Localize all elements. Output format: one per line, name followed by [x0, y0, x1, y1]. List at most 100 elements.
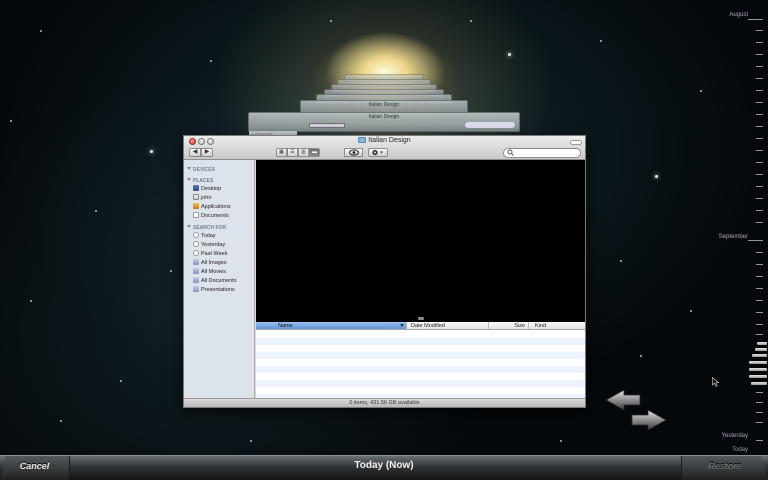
timeline-tick[interactable]	[756, 186, 763, 187]
timeline-snapshot[interactable]	[749, 375, 767, 378]
empty-rows	[256, 331, 585, 398]
sidebar-item-all-movies[interactable]: All Movies	[184, 268, 254, 277]
timeline-tick[interactable]	[756, 138, 763, 139]
timeline-tick[interactable]	[756, 78, 763, 79]
timeline-tick[interactable]	[756, 174, 763, 175]
sidebar-header-devices[interactable]: DEVICES	[184, 166, 254, 174]
history-window-toolbar	[309, 123, 345, 128]
sidebar-item-all-documents[interactable]: All Documents	[184, 277, 254, 286]
timeline-tick[interactable]	[756, 276, 763, 277]
sidebar-header-search-for[interactable]: SEARCH FOR	[184, 224, 254, 232]
sidebar-item-desktop[interactable]: Desktop	[184, 185, 254, 194]
timeline-tick[interactable]	[756, 402, 763, 403]
sidebar: DEVICES PLACES Desktop john Applications…	[184, 160, 255, 398]
column-header-date-modified[interactable]: Date Modified	[407, 322, 489, 329]
splitter-handle[interactable]	[418, 317, 424, 320]
sidebar-item-home[interactable]: john	[184, 194, 254, 203]
timeline-tick[interactable]	[756, 300, 763, 301]
forward-button[interactable]: ▶	[201, 148, 213, 157]
history-window-1[interactable]: Italian Design ▸ DEVICES	[248, 112, 520, 139]
timeline-snapshot[interactable]	[755, 348, 767, 351]
column-header-name[interactable]: Name	[256, 322, 407, 329]
quicklook-button[interactable]	[344, 148, 363, 157]
title-bar[interactable]: Italian Design ◀ ▶ ▦ ☰ ▥ ▬	[184, 136, 585, 160]
timeline-tick[interactable]	[756, 30, 763, 31]
search-icon	[507, 149, 514, 156]
column-header-kind[interactable]: Kind	[529, 322, 585, 329]
timeline-tick[interactable]	[756, 334, 763, 335]
sidebar-item-applications[interactable]: Applications	[184, 203, 254, 212]
desktop-icon	[193, 185, 199, 191]
timeline-tick[interactable]	[756, 162, 763, 163]
timeline-tick[interactable]	[756, 324, 763, 325]
timeline-snapshot[interactable]	[757, 342, 767, 345]
back-button[interactable]: ◀	[189, 148, 201, 157]
sidebar-item-past-week[interactable]: Past Week	[184, 250, 254, 259]
search-field[interactable]	[503, 148, 581, 158]
home-icon	[193, 194, 199, 200]
timeline-tick[interactable]	[748, 19, 763, 20]
timeline-tick[interactable]	[756, 66, 763, 67]
timeline-tick[interactable]	[756, 312, 763, 313]
restore-button[interactable]: Restore	[681, 456, 768, 480]
window-title: Italian Design	[184, 137, 585, 144]
sidebar-item-all-images[interactable]: All Images	[184, 259, 254, 268]
timeline-tick[interactable]	[756, 114, 763, 115]
timeline-tick[interactable]	[756, 264, 763, 265]
file-list[interactable]: Name Date Modified Size Kind	[256, 322, 585, 398]
timeline-snapshot[interactable]	[749, 361, 767, 364]
timeline-label-yesterday[interactable]: Yesterday	[722, 433, 748, 439]
icon-view-button[interactable]: ▦	[276, 148, 287, 157]
timeline-tick[interactable]	[756, 210, 763, 211]
sidebar-header-places[interactable]: PLACES	[184, 177, 254, 185]
toolbar-toggle-button[interactable]	[570, 140, 582, 145]
timeline-tick[interactable]	[756, 422, 763, 423]
timeline-tick[interactable]	[756, 198, 763, 199]
sidebar-item-yesterday[interactable]: Yesterday	[184, 241, 254, 250]
timeline-label-today[interactable]: Today	[732, 447, 748, 453]
sidebar-item-presentations[interactable]: Presentations	[184, 286, 254, 295]
timeline-tick[interactable]	[756, 150, 763, 151]
timeline-snapshot[interactable]	[752, 354, 767, 357]
timeline-tick[interactable]	[756, 392, 763, 393]
forward-in-time-arrow[interactable]	[631, 409, 667, 431]
finder-window[interactable]: Italian Design ◀ ▶ ▦ ☰ ▥ ▬ DEVICES PLACE…	[183, 135, 586, 408]
timeline-label-august[interactable]: August	[729, 12, 748, 18]
smart-folder-icon	[193, 268, 199, 274]
coverflow-view-button[interactable]: ▬	[309, 148, 320, 157]
timeline-snapshot[interactable]	[751, 382, 767, 385]
timeline-tick[interactable]	[756, 412, 763, 413]
timeline-label-september[interactable]: September	[719, 234, 748, 240]
column-view-button[interactable]: ▥	[298, 148, 309, 157]
timeline-tick[interactable]	[756, 288, 763, 289]
timeline-tick[interactable]	[756, 126, 763, 127]
timeline[interactable]: August September Yesterday Today	[719, 0, 768, 455]
timeline-tick[interactable]	[756, 90, 763, 91]
sidebar-item-today[interactable]: Today	[184, 232, 254, 241]
timeline-tick[interactable]	[756, 102, 763, 103]
history-window-search	[465, 122, 515, 128]
column-header-size[interactable]: Size	[489, 322, 529, 329]
view-buttons: ▦ ☰ ▥ ▬	[276, 148, 320, 157]
sidebar-item-documents[interactable]: Documents	[184, 212, 254, 221]
history-window-title: Italian Design	[368, 102, 400, 108]
timeline-tick[interactable]	[756, 252, 763, 253]
clock-icon	[193, 250, 199, 256]
timeline-tick[interactable]	[756, 440, 763, 441]
timeline-tick[interactable]	[748, 240, 763, 241]
folder-icon	[358, 137, 367, 143]
coverflow-preview[interactable]	[256, 160, 585, 322]
clock-icon	[193, 241, 199, 247]
timeline-snapshot[interactable]	[749, 368, 767, 371]
time-navigation-arrows[interactable]	[604, 388, 668, 432]
clock-icon	[193, 232, 199, 238]
timeline-tick[interactable]	[756, 222, 763, 223]
current-time-label: Today (Now)	[354, 460, 414, 471]
back-in-time-arrow[interactable]	[605, 389, 641, 411]
timeline-tick[interactable]	[756, 42, 763, 43]
action-button[interactable]	[368, 148, 388, 157]
smart-folder-icon	[193, 277, 199, 283]
list-view-button[interactable]: ☰	[287, 148, 298, 157]
sort-arrow-icon	[400, 324, 404, 327]
timeline-tick[interactable]	[756, 54, 763, 55]
